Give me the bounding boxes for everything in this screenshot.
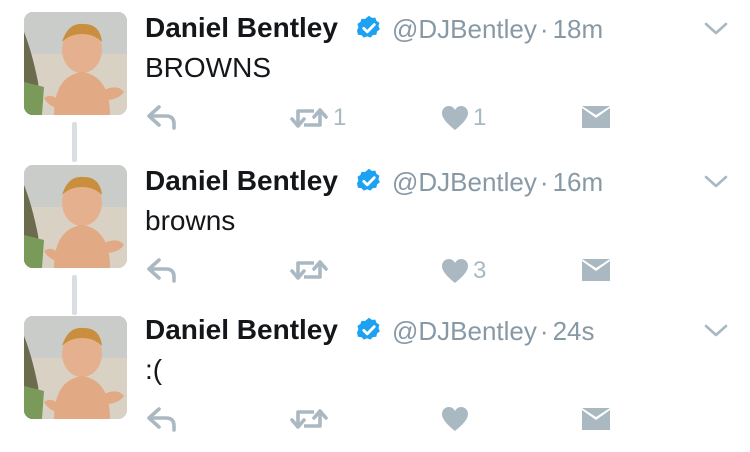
author-name[interactable]: Daniel Bentley — [145, 165, 338, 197]
chevron-down-icon[interactable] — [703, 173, 729, 191]
heart-icon — [442, 259, 468, 283]
author-handle[interactable]: @DJBentley · 16m — [392, 167, 603, 198]
handle-text: @DJBentley — [392, 14, 537, 44]
separator-dot: · — [539, 167, 549, 197]
retweet-button[interactable] — [289, 257, 333, 283]
author-handle[interactable]: @DJBentley · 18m — [392, 14, 603, 45]
like-count: 3 — [473, 257, 487, 284]
reply-icon — [147, 258, 176, 283]
reply-button[interactable] — [146, 104, 178, 130]
separator-dot: · — [539, 316, 549, 346]
timestamp[interactable]: 16m — [553, 167, 604, 197]
tweet[interactable]: Daniel Bentley @DJBentley · 18m BROWNS 1 1 — [0, 0, 750, 162]
author-name[interactable]: Daniel Bentley — [145, 12, 338, 44]
chevron-down-icon[interactable] — [703, 322, 729, 340]
reply-icon — [147, 407, 176, 432]
tweet[interactable]: Daniel Bentley @DJBentley · 24s :( — [0, 302, 750, 452]
timestamp[interactable]: 18m — [553, 14, 604, 44]
envelope-icon — [582, 259, 610, 281]
tweet-text: BROWNS — [145, 52, 271, 83]
reply-button[interactable] — [146, 406, 178, 432]
heart-icon — [442, 106, 468, 130]
author-handle[interactable]: @DJBentley · 24s — [392, 316, 595, 347]
handle-text: @DJBentley — [392, 316, 537, 346]
author-name[interactable]: Daniel Bentley — [145, 314, 338, 346]
like-button[interactable]: 3 — [441, 257, 486, 285]
verified-badge-icon — [356, 15, 380, 38]
like-button[interactable]: 1 — [441, 104, 486, 132]
verified-badge-icon — [356, 317, 380, 340]
retweet-count: 1 — [333, 104, 347, 131]
direct-message-button[interactable] — [580, 257, 612, 283]
envelope-icon — [582, 408, 610, 430]
heart-icon — [442, 407, 468, 431]
avatar[interactable] — [24, 316, 127, 419]
reply-icon — [147, 105, 176, 130]
verified-badge-icon — [356, 168, 380, 191]
tweet[interactable]: Daniel Bentley @DJBentley · 16m browns 3 — [0, 152, 750, 315]
like-button[interactable] — [441, 406, 473, 432]
separator-dot: · — [539, 14, 549, 44]
retweet-icon — [290, 108, 328, 128]
chevron-down-icon[interactable] — [703, 20, 729, 38]
retweet-icon — [290, 260, 328, 280]
tweet-text: :( — [145, 354, 163, 385]
avatar[interactable] — [24, 12, 127, 115]
timestamp[interactable]: 24s — [553, 316, 595, 346]
reply-button[interactable] — [146, 257, 178, 283]
envelope-icon — [582, 106, 610, 128]
direct-message-button[interactable] — [580, 406, 612, 432]
retweet-icon — [290, 409, 328, 429]
like-count: 1 — [473, 104, 487, 131]
retweet-button[interactable]: 1 — [289, 104, 346, 132]
retweet-button[interactable] — [289, 406, 333, 432]
tweet-text: browns — [145, 205, 236, 236]
direct-message-button[interactable] — [580, 104, 612, 130]
handle-text: @DJBentley — [392, 167, 537, 197]
avatar[interactable] — [24, 165, 127, 268]
